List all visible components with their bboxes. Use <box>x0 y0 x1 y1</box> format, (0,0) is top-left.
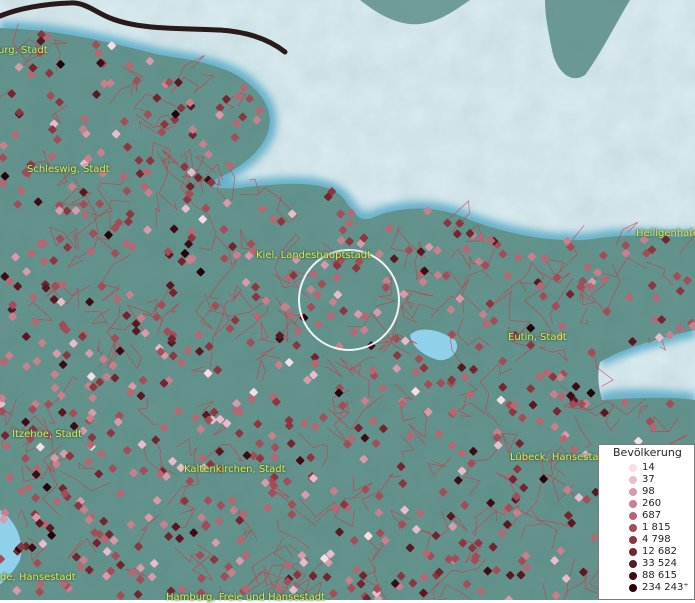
legend-swatch <box>629 512 637 520</box>
legend-swatch <box>629 548 637 556</box>
legend: Bevölkerung 14 37 98 260 687 1 815 4 798… <box>598 444 695 600</box>
legend-swatch <box>629 464 637 472</box>
place-label[interactable]: Hamburg, Freie und Hansestadt <box>166 592 325 603</box>
legend-swatch <box>629 572 637 580</box>
place-label[interactable]: Eutin, Stadt <box>508 332 567 343</box>
place-label[interactable]: Lübeck, Hansestadt <box>510 452 609 463</box>
place-label[interactable]: Heiligenhafen <box>636 228 695 239</box>
legend-swatch <box>629 488 637 496</box>
map-canvas[interactable] <box>0 0 695 600</box>
legend-swatch <box>629 476 637 484</box>
legend-row: 234 243⁺ <box>599 581 695 595</box>
legend-label: 234 243⁺ <box>642 582 689 593</box>
legend-swatch <box>629 560 637 568</box>
place-label[interactable]: Kiel, Landeshauptstadt <box>256 250 371 261</box>
legend-swatch <box>629 536 637 544</box>
place-label[interactable]: de, Hansestadt <box>0 572 76 583</box>
legend-title: Bevölkerung <box>613 446 682 459</box>
legend-swatch <box>629 584 637 592</box>
place-label[interactable]: Itzehoe, Stadt <box>12 429 82 440</box>
place-label[interactable]: Kaltenkirchen, Stadt <box>184 464 286 475</box>
place-label[interactable]: Schleswig, Stadt <box>27 164 110 175</box>
legend-swatch <box>629 500 637 508</box>
legend-swatch <box>629 524 637 532</box>
place-label[interactable]: urg, Stadt <box>0 45 48 56</box>
